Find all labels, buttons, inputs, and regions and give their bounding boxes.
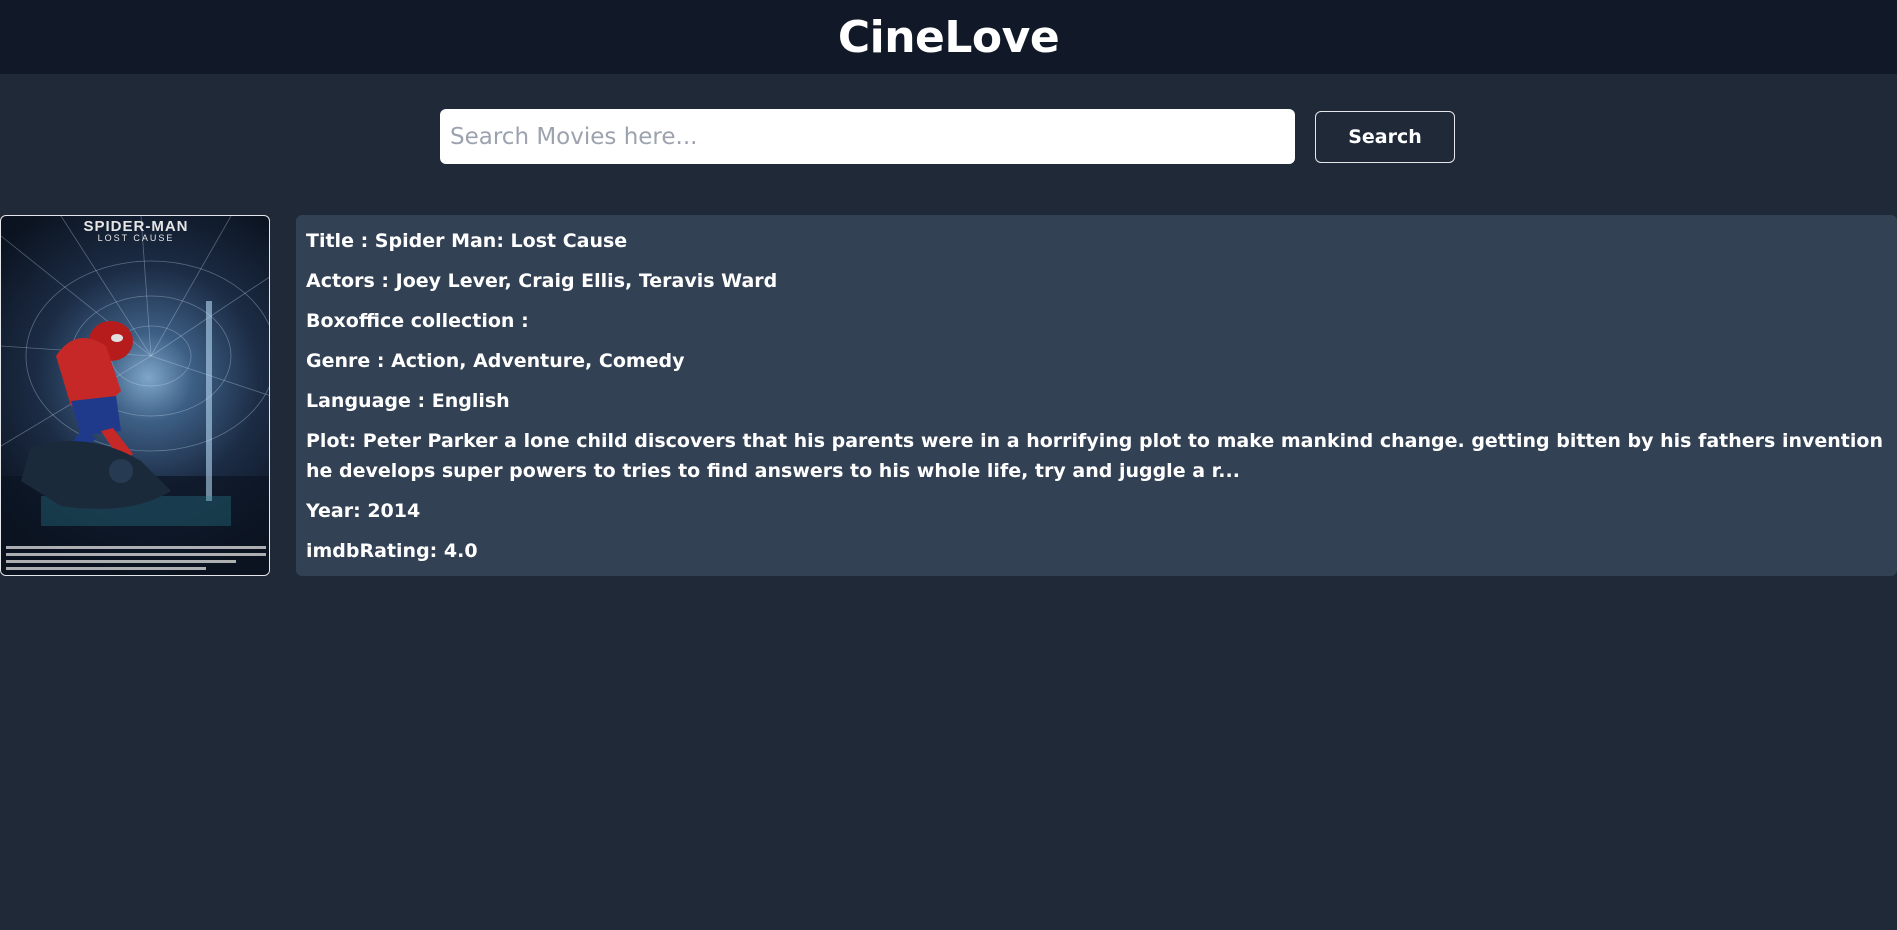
search-input[interactable] [440,109,1295,164]
movie-plot-row: Plot: Peter Parker a lone child discover… [306,426,1887,486]
movie-boxoffice-label: Boxoffice collection : [306,310,529,332]
movie-title-row: Title : Spider Man: Lost Cause [306,226,1887,256]
movie-title: Spider Man: Lost Cause [374,230,628,252]
movie-title-label: Title : [306,230,375,252]
movie-card: SPIDER-MAN LOST CAUSE Title : Spider Man… [0,215,1897,576]
movie-rating: 4.0 [443,540,478,562]
movie-actors-label: Actors : [306,270,396,292]
movie-year-row: Year: 2014 [306,496,1887,526]
movie-rating-row: imdbRating: 4.0 [306,536,1887,566]
movie-genre: Action, Adventure, Comedy [391,350,685,372]
movie-language-row: Language : English [306,386,1887,416]
app-header: CineLove [0,0,1897,74]
search-bar: Search [440,109,1455,164]
movie-plot-label: Plot: [306,430,363,452]
movie-genre-label: Genre : [306,350,392,372]
movie-actors: Joey Lever, Craig Ellis, Teravis Ward [395,270,778,292]
movie-language-label: Language : [306,390,432,412]
movie-year-label: Year: [306,500,368,522]
movie-boxoffice-row: Boxoffice collection : [306,306,1887,336]
movie-poster: SPIDER-MAN LOST CAUSE [0,215,270,576]
movie-plot: Peter Parker a lone child discovers that… [306,430,1883,482]
poster-artwork: SPIDER-MAN LOST CAUSE [1,216,269,575]
movie-language: English [431,390,510,412]
movie-actors-row: Actors : Joey Lever, Craig Ellis, Teravi… [306,266,1887,296]
movie-details: Title : Spider Man: Lost Cause Actors : … [296,215,1897,576]
movie-genre-row: Genre : Action, Adventure, Comedy [306,346,1887,376]
search-button[interactable]: Search [1315,110,1455,163]
movie-year: 2014 [367,500,421,522]
app-title: CineLove [837,11,1060,63]
poster-subtitle: LOST CAUSE [98,233,175,243]
movie-rating-label: imdbRating: [306,540,444,562]
